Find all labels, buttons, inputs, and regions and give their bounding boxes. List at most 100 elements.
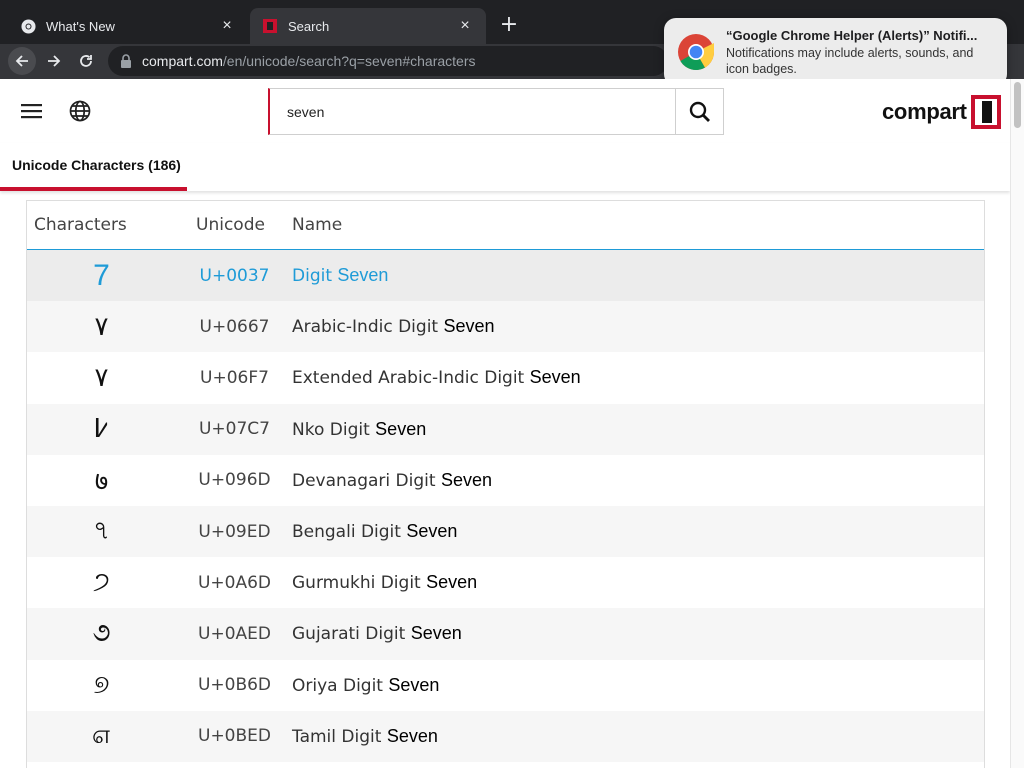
forward-button[interactable] bbox=[40, 47, 68, 75]
character-name: Arabic-Indic Digit Seven bbox=[292, 316, 984, 337]
table-header: Characters Unicode Name bbox=[27, 201, 984, 250]
unicode-code: U+096D bbox=[198, 470, 271, 491]
url-path: /en/unicode/search?q=seven#characters bbox=[222, 53, 476, 69]
character-name: Tamil Digit Seven bbox=[292, 726, 984, 747]
table-row[interactable]: ߇ U+07C7 Nko Digit Seven bbox=[27, 403, 984, 455]
name-match: Seven bbox=[386, 725, 438, 746]
unicode-code: U+06F7 bbox=[200, 367, 269, 388]
arrow-right-icon bbox=[48, 55, 61, 67]
unicode-code: U+0AED bbox=[198, 623, 271, 644]
back-button[interactable] bbox=[8, 47, 36, 75]
character-glyph: ߇ bbox=[93, 414, 110, 445]
new-tab-button[interactable]: + bbox=[496, 14, 522, 38]
table-row[interactable]: ୭ U+0B6D Oriya Digit Seven bbox=[27, 660, 984, 711]
table-row[interactable]: ৭ U+09ED Bengali Digit Seven bbox=[27, 505, 984, 558]
table-row[interactable]: ૭ U+0AED Gujarati Digit Seven bbox=[27, 608, 984, 660]
character-glyph: ୭ bbox=[93, 669, 110, 700]
table-row[interactable]: ٧ U+0667 Arabic-Indic Digit Seven bbox=[27, 301, 984, 353]
arrow-left-icon bbox=[15, 55, 28, 67]
name-match: Seven bbox=[410, 623, 462, 644]
character-glyph: 7 bbox=[93, 258, 110, 292]
name-prefix: Oriya Digit bbox=[292, 675, 383, 696]
globe-icon[interactable] bbox=[68, 99, 92, 123]
character-glyph: ੭ bbox=[93, 567, 110, 598]
character-name: Extended Arabic-Indic Digit Seven bbox=[292, 367, 984, 388]
character-glyph: ৭ bbox=[93, 515, 110, 546]
page-scrollbar[interactable] bbox=[1010, 79, 1024, 768]
name-prefix: Digit bbox=[292, 266, 332, 287]
reload-icon bbox=[80, 55, 92, 67]
name-prefix: Arabic-Indic Digit bbox=[292, 317, 439, 338]
name-match: Seven bbox=[406, 521, 458, 542]
unicode-code: U+0A6D bbox=[197, 572, 272, 593]
unicode-code: U+0B6D bbox=[197, 675, 272, 696]
unicode-code: U+0667 bbox=[199, 316, 270, 337]
menu-icon[interactable] bbox=[20, 101, 44, 121]
name-match: Seven bbox=[529, 367, 581, 388]
character-name: Bengali Digit Seven bbox=[292, 521, 984, 542]
site-header: compart bbox=[0, 79, 1010, 143]
character-glyph: ७ bbox=[94, 467, 109, 498]
name-match: Seven bbox=[375, 418, 427, 439]
search-icon bbox=[689, 101, 710, 122]
character-name: Gurmukhi Digit Seven bbox=[292, 572, 984, 593]
table-row[interactable]: ۷ U+06F7 Extended Arabic-Indic Digit Sev… bbox=[27, 352, 984, 403]
table-body: 7 U+0037 Digit Seven ٧ U+0667 Arabic-Ind… bbox=[27, 250, 984, 762]
character-name: Devanagari Digit Seven bbox=[292, 470, 984, 491]
name-match: Seven bbox=[426, 572, 478, 593]
scrollbar-thumb[interactable] bbox=[1014, 82, 1021, 128]
close-icon[interactable]: × bbox=[456, 17, 474, 35]
name-match: Seven bbox=[388, 674, 440, 695]
table-row[interactable]: ੭ U+0A6D Gurmukhi Digit Seven bbox=[27, 557, 984, 608]
logo-mark-icon bbox=[970, 95, 1001, 129]
character-glyph: ૭ bbox=[92, 618, 111, 649]
compart-favicon-icon bbox=[262, 18, 278, 34]
compart-logo[interactable]: compart bbox=[882, 95, 1001, 129]
column-header-characters[interactable]: Characters bbox=[27, 215, 177, 235]
tab-title: Search bbox=[288, 18, 330, 34]
reload-button[interactable] bbox=[72, 47, 100, 75]
table-row[interactable]: ७ U+096D Devanagari Digit Seven bbox=[27, 455, 984, 506]
character-name: Oriya Digit Seven bbox=[292, 675, 984, 696]
name-prefix: Nko Digit bbox=[292, 419, 370, 440]
name-match: Seven bbox=[440, 469, 492, 490]
notification-toast[interactable]: “Google Chrome Helper (Alerts)” Notifi..… bbox=[664, 18, 1007, 86]
unicode-code: U+07C7 bbox=[198, 419, 270, 440]
character-glyph: ۷ bbox=[94, 362, 109, 393]
web-page: compart Unicode Characters (186) Charact… bbox=[0, 79, 1010, 768]
name-match: Seven bbox=[337, 265, 389, 286]
name-prefix: Bengali Digit bbox=[292, 522, 401, 543]
url-host: compart.com bbox=[142, 53, 223, 69]
active-tab-indicator bbox=[0, 187, 187, 191]
section-tabs: Unicode Characters (186) bbox=[0, 143, 1010, 191]
notification-body: Notifications may include alerts, sounds… bbox=[726, 46, 974, 76]
name-prefix: Extended Arabic-Indic Digit bbox=[292, 368, 525, 389]
search-button[interactable] bbox=[675, 88, 724, 135]
lock-icon bbox=[118, 53, 134, 69]
column-header-name[interactable]: Name bbox=[292, 215, 984, 235]
chrome-logo-icon bbox=[678, 34, 714, 71]
unicode-code: U+0037 bbox=[199, 265, 270, 286]
tab-title: What's New bbox=[46, 18, 115, 34]
search-input[interactable] bbox=[268, 88, 676, 135]
table-row[interactable]: ௭ U+0BED Tamil Digit Seven bbox=[27, 710, 984, 762]
browser-tab-whats-new[interactable]: What's New × bbox=[8, 8, 248, 44]
search-field[interactable] bbox=[287, 103, 675, 120]
close-icon[interactable]: × bbox=[218, 17, 236, 35]
unicode-code: U+0BED bbox=[198, 726, 271, 747]
results-table: Characters Unicode Name 7 U+0037 Digit S… bbox=[26, 200, 985, 768]
name-prefix: Tamil Digit bbox=[292, 726, 382, 747]
browser-tab-search[interactable]: Search × bbox=[250, 8, 486, 44]
address-bar[interactable]: compart.com/en/unicode/search?q=seven#ch… bbox=[108, 46, 668, 76]
tab-unicode-characters[interactable]: Unicode Characters (186) bbox=[12, 157, 181, 173]
character-name: Gujarati Digit Seven bbox=[292, 623, 984, 644]
character-name: Nko Digit Seven bbox=[292, 419, 984, 440]
chrome-icon bbox=[20, 18, 36, 34]
name-prefix: Gujarati Digit bbox=[292, 624, 406, 645]
column-header-unicode[interactable]: Unicode bbox=[177, 215, 292, 235]
character-glyph: ௭ bbox=[91, 719, 112, 750]
name-prefix: Devanagari Digit bbox=[292, 470, 436, 491]
unicode-code: U+09ED bbox=[198, 521, 271, 542]
name-prefix: Gurmukhi Digit bbox=[292, 573, 421, 594]
table-row[interactable]: 7 U+0037 Digit Seven bbox=[27, 250, 984, 302]
